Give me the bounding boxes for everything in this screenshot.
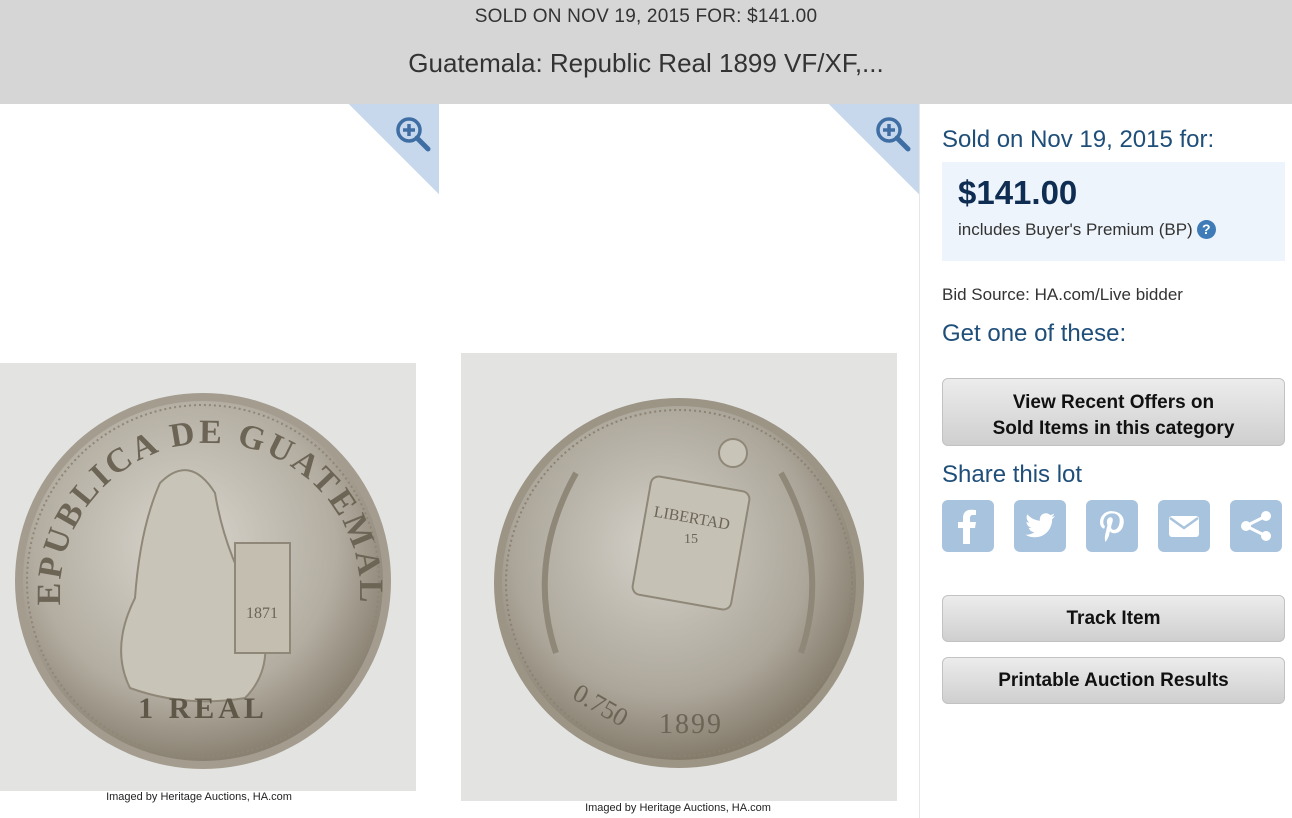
coin-year: 1899 <box>659 709 723 740</box>
view-recent-offers-button[interactable]: View Recent Offers on Sold Items in this… <box>942 378 1285 446</box>
generic-share-button[interactable] <box>1230 500 1282 552</box>
zoom-button-reverse[interactable] <box>829 104 919 194</box>
bid-source: Bid Source: HA.com/Live bidder <box>942 285 1183 304</box>
sale-price: $141.00 <box>958 174 1078 211</box>
share-buttons <box>942 500 1285 554</box>
coin-image-reverse[interactable]: LIBERTAD 15 0.750 1899 <box>461 353 897 801</box>
image-obverse-container: REPUBLICA DE GUATEMALA 1871 1 REAL Image… <box>0 104 439 818</box>
zoom-button-obverse[interactable] <box>349 104 439 194</box>
share-icon <box>1241 511 1271 541</box>
sold-on-heading: Sold on Nov 19, 2015 for: <box>942 126 1215 153</box>
coin-reverse-graphic: LIBERTAD 15 0.750 1899 <box>494 398 864 768</box>
track-item-button[interactable]: Track Item <box>942 595 1285 642</box>
twitter-share-button[interactable] <box>1014 500 1066 552</box>
price-box: $141.00 <box>942 162 1285 261</box>
coin-obverse-graphic: REPUBLICA DE GUATEMALA 1871 1 REAL <box>0 334 391 769</box>
image-credit-reverse: Imaged by Heritage Auctions, HA.com <box>585 802 771 814</box>
facebook-share-button[interactable] <box>942 500 994 552</box>
printable-auction-results-button[interactable]: Printable Auction Results <box>942 657 1285 704</box>
image-credit-obverse: Imaged by Heritage Auctions, HA.com <box>106 791 292 803</box>
view-offers-line1: View Recent Offers on <box>1012 392 1215 413</box>
svg-text:1871: 1871 <box>246 605 278 622</box>
pinterest-share-button[interactable] <box>1086 500 1138 552</box>
twitter-icon <box>1025 513 1056 538</box>
buyers-premium-text: includes Buyer's Premium (BP) <box>958 220 1193 239</box>
lot-title: Guatemala: Republic Real 1899 VF/XF,... <box>408 48 884 78</box>
coin-denomination: 1 REAL <box>138 692 268 725</box>
question-mark-icon[interactable]: ? <box>1196 220 1216 239</box>
buyers-premium-note: includes Buyer's Premium (BP)? <box>958 220 1216 240</box>
column-divider <box>919 104 920 818</box>
zoom-in-icon <box>396 117 431 152</box>
email-share-button[interactable] <box>1158 500 1210 552</box>
coin-scroll-sub: 15 <box>684 532 698 547</box>
email-icon <box>1169 516 1199 537</box>
zoom-in-icon <box>876 117 911 152</box>
view-offers-line2: Sold Items in this category <box>992 418 1235 439</box>
image-reverse-container: LIBERTAD 15 0.750 1899 Imaged by Heritag… <box>439 104 919 818</box>
sold-summary: SOLD ON NOV 19, 2015 FOR: $141.00 <box>474 6 818 27</box>
pinterest-icon <box>1100 511 1124 542</box>
get-one-heading: Get one of these: <box>942 320 1127 347</box>
sold-banner: SOLD ON NOV 19, 2015 FOR: $141.00 Guatem… <box>0 0 1292 104</box>
coin-image-obverse[interactable]: REPUBLICA DE GUATEMALA 1871 1 REAL <box>0 334 416 791</box>
facebook-icon <box>958 509 976 544</box>
share-heading: Share this lot <box>942 461 1083 488</box>
